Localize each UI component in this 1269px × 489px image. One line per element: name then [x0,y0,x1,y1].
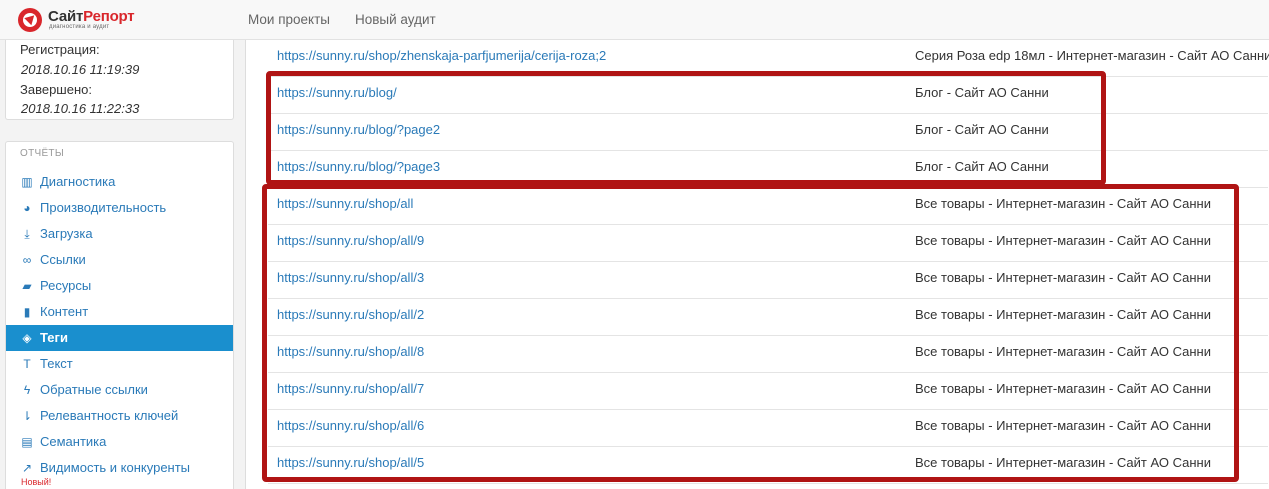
text-icon: T [23,357,31,371]
logo-tagline: диагностика и аудит [49,24,110,30]
sidebar-item-label: Видимость и конкуренты [40,460,191,475]
sidebar-item[interactable]: ▰ Ресурсы [6,273,233,299]
sidebar-item[interactable]: ϟ Обратные ссылки [6,377,233,403]
reports-heading: ОТЧЁТЫ [20,148,64,159]
sidebar-item[interactable]: T Текст [6,351,233,377]
sidebar-item-label: Релевантность ключей [40,408,179,423]
registration-panel: Регистрация: 2018.10.16 11:19:39 Заверше… [5,40,234,120]
nav-my-projects[interactable]: Мои проекты [248,0,330,40]
completed-label: Завершено: [20,82,92,97]
bar-chart-icon: ▥ [21,175,33,189]
page-url-link[interactable]: https://sunny.ru/shop/zhenskaja-parfjume… [277,40,606,72]
sidebar-item-label: Ссылки [40,252,86,267]
sidebar-item[interactable]: ⇂ Релевантность ключей [6,403,233,429]
sidebar-item[interactable]: ▥ Диагностика [6,169,233,195]
sidebar-item-label: Теги [40,330,68,345]
sidebar-item-label: Семантика [40,434,107,449]
folder-open-icon: ▰ [22,279,32,293]
sort-icon: ⇂ [21,409,33,423]
nav-new-audit[interactable]: Новый аудит [355,0,436,40]
sidebar-item-label: Диагностика [40,174,116,189]
sidebar-item-label: Обратные ссылки [40,382,148,397]
logo-name: СайтРепорт [48,8,135,25]
sidebar-item[interactable]: ▤ Семантика [6,429,233,455]
reports-menu: ОТЧЁТЫ ▥ Диагностика ◕ Производительность ⤓ З… [5,141,234,489]
page-title-cell: Серия Роза edp 18мл - Интернет-магазин -… [915,48,1269,63]
new-badge: Новый! [21,477,52,487]
sidebar-item[interactable]: ▮ Контент [6,299,233,325]
pages-table: https://sunny.ru/shop/zhenskaja-parfjume… [245,40,1269,489]
sidebar-item[interactable]: ◕ Производительность [6,195,233,221]
sidebar-item[interactable]: ◈ Теги [6,325,233,351]
sidebar-item-label: Контент [40,304,89,319]
list-alt-icon: ▤ [21,435,33,449]
download-icon: ⤓ [24,227,30,241]
file-icon: ▮ [23,305,31,319]
highlight-box-blog [266,71,1106,185]
highlight-box-shop [262,184,1239,482]
top-navbar: СайтРепорт диагностика и аудит Мои проек… [0,0,1269,40]
site-logo[interactable]: СайтРепорт диагностика и аудит [18,5,138,35]
sidebar-item-label: Ресурсы [40,278,92,293]
sidebar-item-label: Текст [40,356,73,371]
dashboard-icon: ◕ [23,201,31,215]
link-icon: ∞ [22,253,32,267]
sidebar-item-label: Загрузка [40,226,93,241]
sidebar-item[interactable]: ⤓ Загрузка [6,221,233,247]
registration-label: Регистрация: [20,42,100,57]
bolt-icon: ϟ [23,383,31,397]
sidebar-item[interactable]: ∞ Ссылки [6,247,233,273]
tags-icon: ◈ [22,331,32,345]
completed-value: 2018.10.16 11:22:33 [21,101,140,116]
registration-value: 2018.10.16 11:19:39 [21,62,140,77]
sidebar-item-label: Производительность [40,200,167,215]
